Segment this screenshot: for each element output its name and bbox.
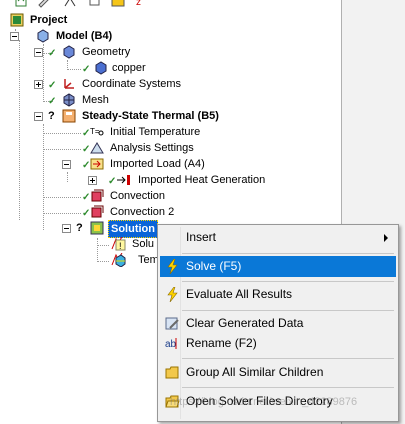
menu-separator — [182, 310, 394, 311]
convection-label: Convection — [110, 190, 166, 202]
watermark: https://blog.csdn.net/weixin_42289876 — [170, 396, 358, 408]
menu-item-rename[interactable]: ab Rename (F2) — [160, 333, 396, 354]
context-menu: Insert Solve (F5) Evaluate All Results C… — [157, 224, 399, 422]
lightning-icon — [165, 286, 180, 303]
insert-label: Insert — [186, 230, 217, 244]
expand-coordinate-systems-toggle[interactable] — [34, 80, 43, 89]
menu-separator — [182, 358, 394, 359]
convection2-label: Convection 2 — [110, 206, 175, 218]
analysis-label: Steady-State Thermal (B5) — [82, 110, 219, 122]
menu-item-insert[interactable]: Insert — [160, 227, 396, 248]
menu-item-group-all-similar-children[interactable]: Group All Similar Children — [160, 362, 396, 383]
initial-temperature-icon: T= — [90, 125, 104, 139]
collapse-model-toggle[interactable] — [10, 32, 19, 41]
coordinate-systems-label: Coordinate Systems — [82, 78, 182, 90]
submenu-arrow-icon — [384, 234, 388, 242]
thermal-analysis-icon — [62, 109, 76, 123]
menu-item-evaluate-all-results[interactable]: Evaluate All Results — [160, 284, 396, 305]
evaluate-label: Evaluate All Results — [186, 287, 293, 301]
ok-check-icon: ✓ — [48, 80, 57, 91]
imported-heat-generation-label: Imported Heat Generation — [138, 174, 266, 186]
imported-load-icon — [90, 157, 104, 171]
model-icon — [36, 29, 50, 43]
question-icon: ? — [48, 110, 55, 122]
solution-information-icon: ! — [110, 236, 126, 251]
temperature-result-icon — [110, 252, 126, 268]
coordinate-system-icon — [62, 77, 76, 91]
project-icon — [10, 13, 24, 27]
menu-separator — [182, 281, 394, 282]
menu-item-clear-generated-data[interactable]: Clear Generated Data — [160, 313, 396, 334]
ok-check-icon: ✓ — [48, 48, 57, 59]
solution-icon — [90, 221, 104, 235]
collapse-solution-toggle[interactable] — [62, 224, 71, 233]
mesh-label: Mesh — [82, 94, 109, 106]
analysis-settings-label: Analysis Settings — [110, 142, 194, 154]
copper-label: copper — [112, 62, 146, 74]
clear-data-icon — [165, 316, 180, 331]
geometry-label: Geometry — [82, 46, 131, 58]
solution-info-label: Solu — [132, 238, 155, 250]
expand-imported-heat-generation-toggle[interactable] — [88, 176, 97, 185]
convection-icon — [90, 189, 104, 203]
solve-label: Solve (F5) — [186, 259, 242, 273]
group-label: Group All Similar Children — [186, 365, 324, 379]
svg-text:ab: ab — [165, 339, 177, 350]
folder-icon — [165, 365, 180, 380]
body-icon — [94, 61, 108, 75]
mesh-icon — [62, 93, 76, 107]
collapse-geometry-toggle[interactable] — [34, 48, 43, 57]
svg-text:!: ! — [119, 241, 122, 251]
clear-label: Clear Generated Data — [186, 316, 304, 330]
convection-icon — [90, 205, 104, 219]
menu-separator — [182, 253, 394, 254]
project-label: Project — [30, 14, 68, 26]
rename-label: Rename (F2) — [186, 336, 257, 350]
temperature-label: Tem — [138, 254, 159, 266]
menu-item-solve[interactable]: Solve (F5) — [160, 256, 396, 277]
svg-text:T=: T= — [90, 127, 100, 136]
lightning-icon — [165, 258, 180, 275]
tree-line — [19, 40, 20, 220]
menu-separator — [182, 387, 394, 388]
heat-generation-icon — [116, 173, 130, 187]
initial-temperature-label: Initial Temperature — [110, 126, 201, 138]
question-icon: ? — [76, 222, 83, 234]
collapse-imported-load-toggle[interactable] — [62, 160, 71, 169]
model-label: Model (B4) — [56, 30, 113, 42]
collapse-analysis-toggle[interactable] — [34, 112, 43, 121]
imported-load-label: Imported Load (A4) — [110, 158, 205, 170]
geometry-icon — [62, 45, 76, 59]
analysis-settings-icon — [90, 141, 104, 155]
rename-icon: ab — [165, 336, 180, 351]
